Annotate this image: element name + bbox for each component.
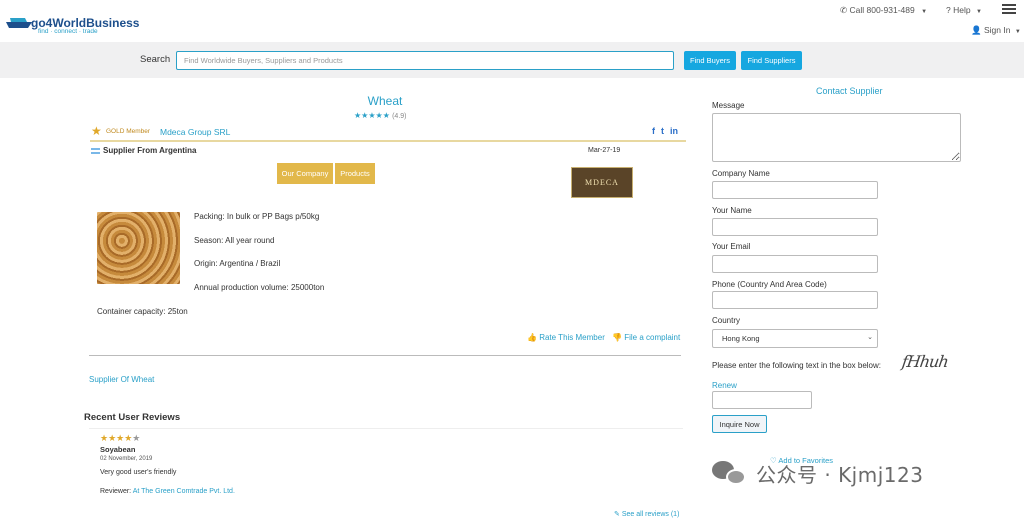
help-label: Help <box>953 5 971 15</box>
find-suppliers-button[interactable]: Find Suppliers <box>741 51 802 70</box>
chevron-down-icon: ▼ <box>921 9 928 15</box>
see-all-reviews-label[interactable]: See all reviews (1) <box>622 511 680 518</box>
inquire-now-button[interactable]: Inquire Now <box>712 415 767 433</box>
see-all-reviews-link[interactable]: ✎ See all reviews (1) <box>614 510 679 518</box>
company-name-field[interactable] <box>712 181 878 199</box>
chevron-down-icon: ▼ <box>975 9 982 15</box>
review-product: Soyabean <box>100 445 136 454</box>
review-text: Very good user's friendly <box>100 469 177 476</box>
phone-icon: ✆ <box>840 5 848 15</box>
reviews-heading: Recent User Reviews <box>84 412 181 423</box>
search-bar: Search Find Buyers Find Suppliers <box>0 42 1024 78</box>
ship-logo-icon <box>6 18 32 28</box>
reviewer-label: Reviewer: <box>100 488 132 495</box>
user-icon: 👤 <box>971 25 982 35</box>
call-label: Call 800-931-489 <box>849 5 915 15</box>
captcha-prompt: Please enter the following text in the b… <box>712 361 881 370</box>
spec-packing: Packing: In bulk or PP Bags p/50kg <box>194 212 320 221</box>
rate-member-link[interactable]: 👍 Rate This Member <box>527 333 605 342</box>
rating-stars: ★★★★★ <box>354 111 390 120</box>
linkedin-icon[interactable]: in <box>670 126 678 136</box>
review-card: ★★★★★ Soyabean 02 November, 2019 Very go… <box>89 428 683 506</box>
search-label: Search <box>140 54 171 65</box>
our-company-button[interactable]: Our Company <box>277 163 333 184</box>
help-menu[interactable]: ? Help ▼ <box>946 5 982 15</box>
member-row: ★ GOLD Member Mdeca Group SRL f t in <box>90 124 686 142</box>
member-level: GOLD Member <box>106 128 151 135</box>
supplier-of-link[interactable]: Supplier Of Wheat <box>89 375 154 384</box>
thumbs-down-icon: 👎 <box>612 333 622 342</box>
social-links: f t in <box>646 126 678 136</box>
twitter-icon[interactable]: t <box>661 126 664 136</box>
renew-captcha-link[interactable]: Renew <box>712 381 737 390</box>
chevron-down-icon: ⌄ <box>867 334 873 341</box>
review-reviewer: Reviewer: At The Green Comtrade Pvt. Ltd… <box>100 488 235 495</box>
spec-season: Season: All year round <box>194 236 275 245</box>
supplier-from-label: Supplier From Argentina <box>103 146 197 155</box>
file-complaint-label[interactable]: File a complaint <box>624 333 680 342</box>
help-icon: ? <box>946 5 951 15</box>
country-select[interactable]: Hong Kong ⌄ <box>712 329 878 348</box>
reviewer-link[interactable]: At The Green Comtrade Pvt. Ltd. <box>133 488 235 495</box>
argentina-flag-icon <box>91 147 100 154</box>
country-value: Hong Kong <box>722 334 760 343</box>
facebook-icon[interactable]: f <box>652 126 655 136</box>
listing-date: Mar-27-19 <box>588 147 621 154</box>
captcha-image: fHhuh <box>900 352 950 371</box>
supplier-country: Supplier From Argentina <box>91 146 197 155</box>
company-name-label: Company Name <box>712 169 770 178</box>
top-bar: go4WorldBusiness find · connect · trade … <box>0 0 1024 42</box>
company-link[interactable]: Mdeca Group SRL <box>160 127 230 137</box>
your-email-field[interactable] <box>712 255 878 273</box>
gold-star-icon: ★ <box>91 124 102 138</box>
rate-member-label[interactable]: Rate This Member <box>539 333 605 342</box>
your-name-label: Your Name <box>712 206 752 215</box>
wheat-product-image[interactable] <box>97 212 180 284</box>
search-input[interactable] <box>176 51 674 70</box>
thumbs-up-icon: 👍 <box>527 333 537 342</box>
captcha-field[interactable] <box>712 391 812 409</box>
country-label: Country <box>712 316 741 325</box>
wechat-icon <box>712 459 748 487</box>
wechat-watermark: 公众号 · Kjmj123 <box>712 448 1012 498</box>
phone-field[interactable] <box>712 291 878 309</box>
watermark-text: 公众号 · Kjmj123 <box>756 462 924 487</box>
review-stars-empty: ★ <box>132 433 141 443</box>
spec-origin: Origin: Argentina / Brazil <box>194 259 281 268</box>
file-complaint-link[interactable]: 👎 File a complaint <box>612 333 680 342</box>
edit-icon: ✎ <box>614 511 620 518</box>
chevron-down-icon: ▼ <box>1014 29 1021 35</box>
signin-menu[interactable]: 👤 Sign In ▼ <box>971 25 1021 36</box>
rating-value: (4.9) <box>392 113 407 120</box>
product-rating: ★★★★★ (4.9) <box>354 111 407 120</box>
call-menu[interactable]: ✆ Call 800-931-489 ▼ <box>840 5 927 16</box>
hamburger-menu-icon[interactable] <box>1002 4 1016 16</box>
spec-volume: Annual production volume: 25000ton <box>194 283 325 292</box>
spec-capacity: Container capacity: 25ton <box>97 307 188 316</box>
review-stars-filled: ★★★★ <box>100 433 133 443</box>
your-name-field[interactable] <box>712 218 878 236</box>
signin-label: Sign In <box>983 25 1011 35</box>
find-buyers-button[interactable]: Find Buyers <box>684 51 736 70</box>
message-field[interactable] <box>712 113 961 162</box>
products-button[interactable]: Products <box>335 163 375 184</box>
review-date: 02 November, 2019 <box>100 456 153 462</box>
your-email-label: Your Email <box>712 242 751 251</box>
company-logo[interactable]: MDECA <box>571 167 633 198</box>
product-title: Wheat <box>367 94 403 108</box>
divider <box>89 355 681 356</box>
phone-label: Phone (Country And Area Code) <box>712 280 827 289</box>
contact-supplier-heading: Contact Supplier <box>816 86 883 96</box>
brand-tagline: find · connect · trade <box>38 28 98 35</box>
message-label: Message <box>712 101 745 110</box>
review-stars: ★★★★★ <box>100 433 140 444</box>
